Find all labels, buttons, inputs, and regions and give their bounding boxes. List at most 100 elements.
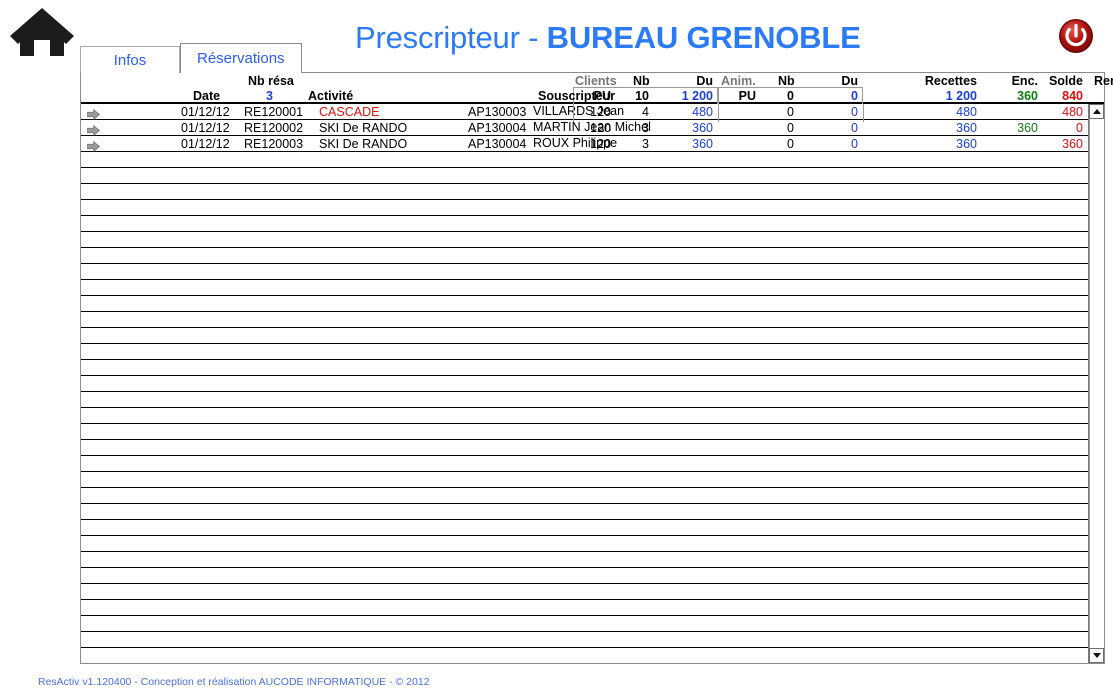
table-row-empty[interactable] (81, 632, 1104, 648)
cell-code-client: AP130004 (468, 121, 527, 135)
table-row-empty[interactable] (81, 568, 1104, 584)
table-row-empty[interactable] (81, 376, 1104, 392)
power-icon[interactable] (1058, 18, 1094, 54)
table-row-empty[interactable] (81, 424, 1104, 440)
reservations-panel: Clients Nb Du Anim. Nb Du Recettes Enc. … (80, 72, 1113, 664)
cell-recettes: 360 (956, 121, 977, 135)
page-title-prefix: Prescripteur - (355, 20, 547, 55)
table-row-empty[interactable] (81, 472, 1104, 488)
table-row[interactable]: 01/12/12 RE120003 SKI De RANDO AP130004 ROUX… (81, 136, 1104, 153)
table-row-empty[interactable] (81, 616, 1104, 632)
cell-recettes: 360 (956, 137, 977, 151)
table-row-empty[interactable] (81, 312, 1104, 328)
table-row-empty[interactable] (81, 488, 1104, 504)
col-group-anim: Anim. (721, 74, 756, 88)
cell-activite: CASCADE (319, 105, 380, 119)
cell-num: RE120002 (244, 121, 304, 135)
row-arrow-icon[interactable] (86, 123, 101, 137)
page-title: Prescripteur - BUREAU GRENOBLE (355, 20, 861, 56)
table-row-empty[interactable] (81, 648, 1104, 663)
table-row-empty[interactable] (81, 264, 1104, 280)
table-row-empty[interactable] (81, 184, 1104, 200)
cell-num: RE120001 (244, 105, 304, 119)
cell-date: 01/12/12 (181, 105, 230, 119)
table-row[interactable]: 01/12/12 RE120002 SKI De RANDO AP130004 MART… (81, 120, 1104, 137)
cell-solde: 360 (1062, 137, 1083, 151)
divider-clients-right (718, 104, 719, 122)
tab-reservations-label: Réservations (197, 50, 285, 67)
table-row-empty[interactable] (81, 168, 1104, 184)
table-row-empty[interactable] (81, 248, 1104, 264)
home-icon[interactable] (6, 4, 78, 56)
tab-infos[interactable]: Infos (80, 46, 180, 73)
cell-cli-nb: 4 (642, 105, 649, 119)
col-nb-clients: Nb (633, 74, 650, 88)
cell-date: 01/12/12 (181, 121, 230, 135)
col-group-clients: Clients (575, 74, 617, 88)
table-row-empty[interactable] (81, 408, 1104, 424)
triangle-down-icon (1093, 653, 1101, 658)
cell-cli-du: 360 (692, 121, 713, 135)
table-row-empty[interactable] (81, 520, 1104, 536)
col-nb-anim: Nb (778, 74, 795, 88)
page-title-main: BUREAU GRENOBLE (546, 20, 861, 55)
tab-bar: Infos Réservations (80, 43, 302, 73)
table-row[interactable]: 01/12/12 RE120001 CASCADE AP130003 VILLARDS … (81, 104, 1104, 121)
col-remb: Remb. (1094, 74, 1113, 88)
table-row-empty[interactable] (81, 600, 1104, 616)
vertical-scrollbar[interactable] (1088, 104, 1104, 663)
cell-cli-du: 360 (692, 137, 713, 151)
total-cli-du: 1 200 (681, 89, 713, 103)
table-row-empty[interactable] (81, 152, 1104, 168)
cell-cli-nb: 3 (642, 121, 649, 135)
table-row-empty[interactable] (81, 296, 1104, 312)
table-row-empty[interactable] (81, 232, 1104, 248)
table-row-empty[interactable] (81, 440, 1104, 456)
table-row-empty[interactable] (81, 536, 1104, 552)
table-row-empty[interactable] (81, 584, 1104, 600)
cell-code-client: AP130004 (468, 137, 527, 151)
col-recettes: Recettes (924, 74, 977, 88)
table-row-empty[interactable] (81, 328, 1104, 344)
total-nb-resa: 3 (266, 89, 273, 103)
table-row-empty[interactable] (81, 552, 1104, 568)
table-row-empty[interactable] (81, 200, 1104, 216)
cell-cli-nb: 3 (642, 137, 649, 151)
row-arrow-icon[interactable] (86, 107, 101, 121)
divider-clients-left (573, 104, 574, 122)
scrollbar-track[interactable] (1089, 119, 1104, 648)
footer-credit: ResActiv v1.120400 - Conception et réali… (38, 676, 430, 688)
cell-cli-pu: 120 (590, 105, 611, 119)
cell-ani-nb: 0 (787, 137, 794, 151)
total-ani-nb: 0 (787, 89, 794, 103)
cell-code-client: AP130003 (468, 105, 527, 119)
col-du-clients: Du (696, 74, 713, 88)
cell-recettes: 480 (956, 105, 977, 119)
col-nb-resa-label: Nb résa (248, 74, 294, 88)
total-solde: 840 (1062, 89, 1083, 103)
table-row-empty[interactable] (81, 280, 1104, 296)
table-row-empty[interactable] (81, 344, 1104, 360)
total-cli-nb: 10 (635, 89, 649, 103)
triangle-up-icon (1093, 109, 1101, 114)
cell-activite: SKI De RANDO (319, 137, 408, 151)
table-row-empty[interactable] (81, 216, 1104, 232)
table-row-empty[interactable] (81, 392, 1104, 408)
table-header: Clients Nb Du Anim. Nb Du Recettes Enc. … (81, 73, 1113, 104)
table-row-empty[interactable] (81, 456, 1104, 472)
table-row-empty[interactable] (81, 360, 1104, 376)
tab-reservations[interactable]: Réservations (180, 43, 302, 73)
cell-num: RE120003 (244, 137, 304, 151)
scroll-up-button[interactable] (1089, 104, 1104, 119)
total-cli-pu: PU (593, 89, 611, 103)
table-row-empty[interactable] (81, 504, 1104, 520)
cell-ani-nb: 0 (787, 105, 794, 119)
col-activite: Activité (308, 89, 354, 103)
cell-ani-nb: 0 (787, 121, 794, 135)
scroll-down-button[interactable] (1089, 648, 1104, 663)
total-recettes: 1 200 (945, 89, 977, 103)
col-date: Date (193, 89, 221, 103)
cell-cli-du: 480 (692, 105, 713, 119)
cell-date: 01/12/12 (181, 137, 230, 151)
row-arrow-icon[interactable] (86, 139, 101, 153)
